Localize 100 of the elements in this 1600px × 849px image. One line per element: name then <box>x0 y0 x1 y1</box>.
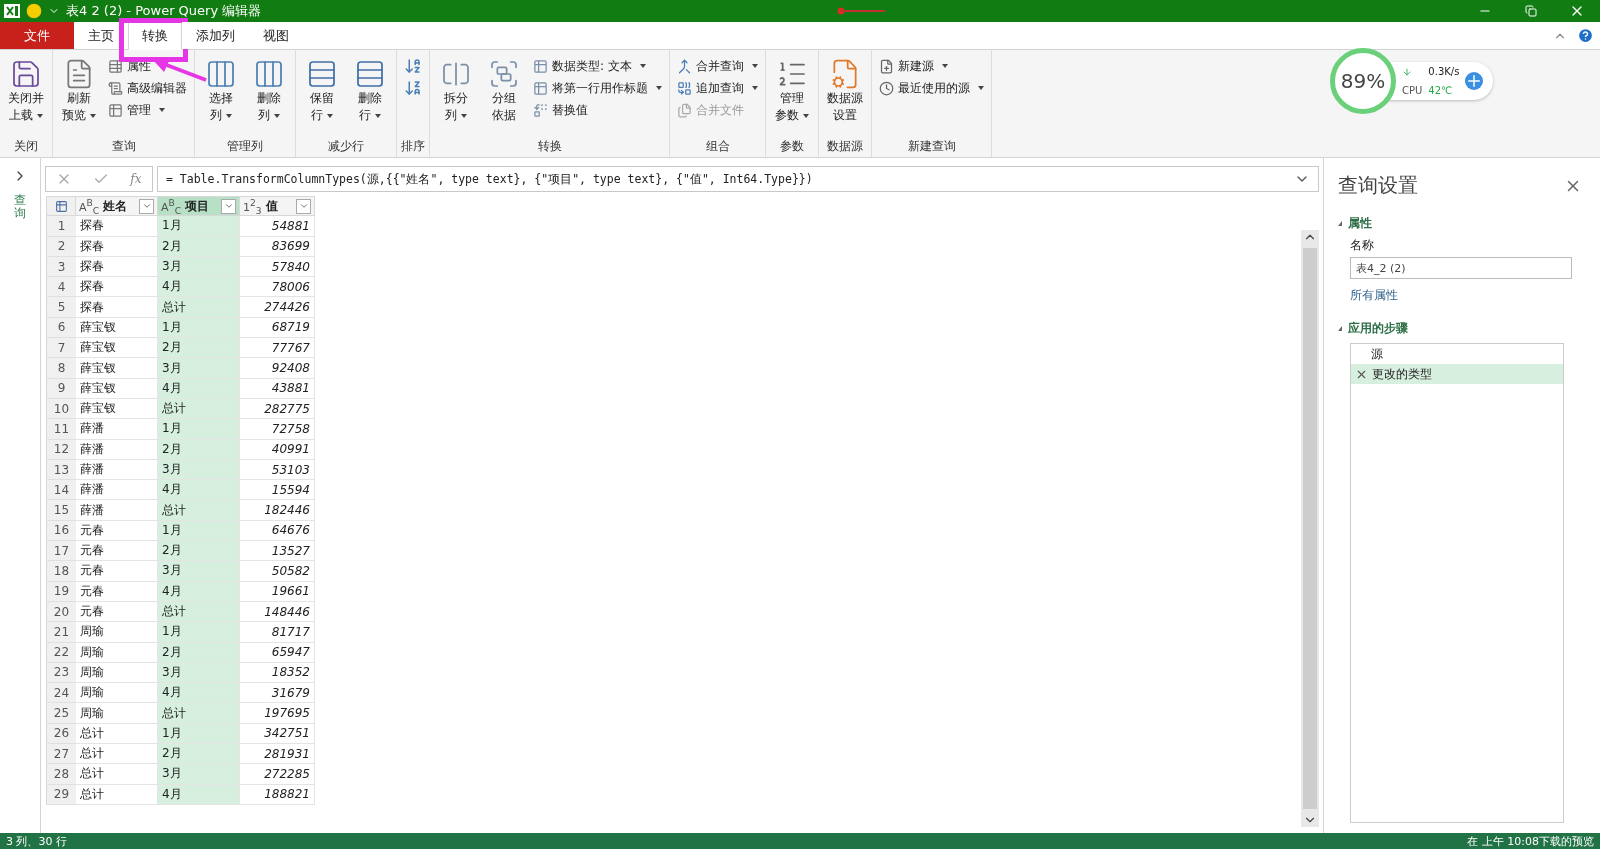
all-properties-link[interactable]: 所有属性 <box>1350 287 1398 304</box>
applied-step[interactable]: 更改的类型 <box>1351 364 1563 384</box>
table-menu-button[interactable] <box>46 196 76 217</box>
table-icon <box>533 80 548 96</box>
table-cell: 探春 <box>76 277 158 298</box>
caret-icon <box>461 113 467 118</box>
row-number: 23 <box>46 662 76 684</box>
smiley-icon[interactable] <box>26 3 42 19</box>
table-cell: 1月 <box>158 520 240 542</box>
ribbon-button[interactable]: 管理 <box>105 100 168 120</box>
row-number: 22 <box>46 642 76 663</box>
table-cell: 薛潘 <box>76 480 158 501</box>
group-label: 排序 <box>401 138 425 155</box>
ribbon-button[interactable]: 数据类型: 文本 <box>530 56 649 76</box>
ribbon-tab[interactable]: 转换 <box>128 22 182 50</box>
vertical-scrollbar[interactable] <box>1301 230 1319 827</box>
ribbon-button[interactable]: 新建源 <box>876 56 951 76</box>
table-cell: 57840 <box>240 256 315 278</box>
table-cell: 探春 <box>76 256 158 278</box>
table-cell: 54881 <box>240 216 315 237</box>
add-icon[interactable] <box>1465 72 1484 90</box>
table-cell: 40991 <box>240 439 315 460</box>
table-cell: 31679 <box>240 683 315 704</box>
table-cell: 3月 <box>158 561 240 582</box>
ribbon-button[interactable]: 追加查询 <box>674 78 761 98</box>
sort-ascending-icon <box>404 57 422 75</box>
table-cell: 元春 <box>76 561 158 582</box>
queries-pane-label[interactable]: 查询 <box>14 194 26 221</box>
table-cell: 282775 <box>240 398 315 420</box>
table-cell: 周瑜 <box>76 642 158 663</box>
file-tab[interactable]: 文件 <box>0 22 74 49</box>
table-cell: 188821 <box>240 784 315 805</box>
filter-button[interactable] <box>221 198 236 214</box>
filter-button[interactable] <box>296 198 311 214</box>
table-cell: 薛宝钗 <box>76 338 158 359</box>
ribbon-button[interactable]: 删除 行 <box>348 56 392 126</box>
row-number: 16 <box>46 520 76 542</box>
ribbon-button[interactable]: 关闭并 上载 <box>4 56 48 126</box>
table-cell: 3月 <box>158 256 240 278</box>
ribbon-button[interactable]: 合并查询 <box>674 56 761 76</box>
replace-icon <box>533 102 548 118</box>
caret-icon <box>327 113 333 118</box>
file-plus-icon <box>879 58 894 74</box>
row-number: 26 <box>46 723 76 744</box>
column-header[interactable]: A$^{B}$$_{C}$ 姓名 <box>76 196 158 217</box>
caret-icon <box>978 86 984 90</box>
ribbon-button[interactable]: 数据源 设置 <box>823 56 867 126</box>
pane-title: 查询设置 <box>1338 172 1418 199</box>
columns-icon <box>205 58 237 90</box>
help-icon[interactable] <box>1577 27 1594 44</box>
row-number: 21 <box>46 622 76 643</box>
row-number: 2 <box>46 236 76 257</box>
table-cell: 3月 <box>158 662 240 684</box>
ribbon-button[interactable]: 选择 列 <box>199 56 243 126</box>
row-number: 10 <box>46 398 76 420</box>
formula-field[interactable]: = Table.TransformColumnTypes(源,{{"姓名", type text}, {"项目", type text}, {"值", Int64.Type}}) <box>157 166 1319 192</box>
name-field[interactable]: 表4_2 (2) <box>1350 257 1572 279</box>
cpu-label: CPU <box>1402 85 1423 96</box>
ribbon-button[interactable]: 将第一行用作标题 <box>530 78 665 98</box>
group-label: 关闭 <box>13 138 39 155</box>
section-heading[interactable]: 属性 <box>1348 215 1372 232</box>
status-text: 在 上午 10:08下载的预览 <box>1467 833 1594 849</box>
rows-icon <box>306 58 338 90</box>
rows-icon <box>354 58 386 90</box>
ribbon-button[interactable]: 替换值 <box>530 100 591 120</box>
row-number: 27 <box>46 744 76 765</box>
ribbon-button[interactable]: 保留 行 <box>300 56 344 126</box>
caret-icon <box>639 64 646 68</box>
group-label: 参数 <box>779 138 805 155</box>
ribbon-button[interactable]: 删除 列 <box>247 56 291 126</box>
table-cell: 4月 <box>158 378 240 399</box>
table-cell: 元春 <box>76 541 158 562</box>
ribbon-button[interactable]: 高级编辑器 <box>105 78 190 98</box>
restore-icon <box>1525 5 1537 17</box>
step-label: 更改的类型 <box>1372 365 1432 383</box>
section-heading[interactable]: 应用的步骤 <box>1348 320 1408 337</box>
filter-button[interactable] <box>139 198 154 214</box>
columns-icon <box>253 58 285 90</box>
ribbon-button[interactable]: 管理 参数 <box>770 56 814 126</box>
table-cell: 92408 <box>240 358 315 379</box>
files-icon <box>677 102 692 118</box>
row-number: 12 <box>46 439 76 460</box>
column-header[interactable]: A$^{B}$$_{C}$ 项目 <box>158 196 240 217</box>
save-icon <box>10 58 42 90</box>
table-cell: 探春 <box>76 297 158 318</box>
function-label[interactable]: fx <box>130 172 142 186</box>
table-cell: 197695 <box>240 703 315 724</box>
ribbon-button[interactable]: 分组 依据 <box>482 56 526 126</box>
field-label: 名称 <box>1350 237 1375 254</box>
column-header[interactable]: 1$^{2}$$_{3}$ 值 <box>240 196 315 217</box>
row-number: 25 <box>46 703 76 724</box>
table-cell: 78006 <box>240 277 315 298</box>
column-name: 值 <box>265 197 278 215</box>
caret-icon <box>942 64 948 68</box>
ribbon-button[interactable]: 最近使用的源 <box>876 78 987 98</box>
ribbon-button[interactable]: 刷新 预览 <box>57 56 101 126</box>
table-cell: 元春 <box>76 581 158 602</box>
ribbon-button[interactable]: 拆分 列 <box>434 56 478 126</box>
sort-descending-icon <box>404 79 422 97</box>
row-number: 7 <box>46 338 76 359</box>
